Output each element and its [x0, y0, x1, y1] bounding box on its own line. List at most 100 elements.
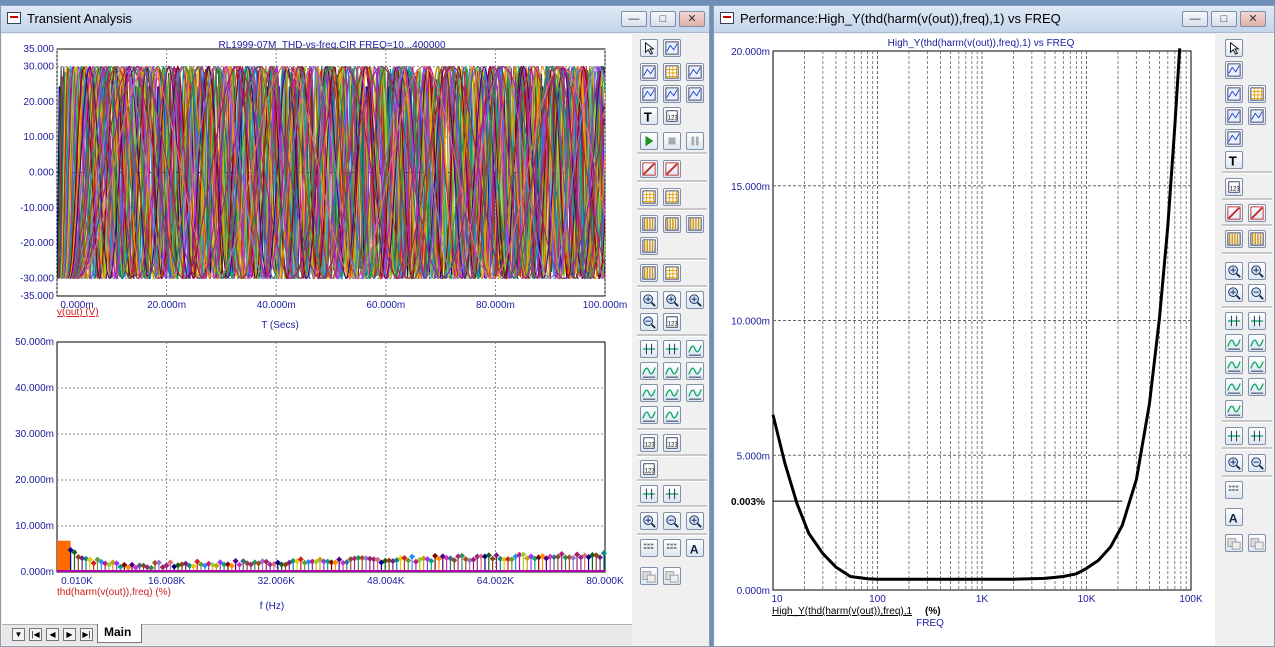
zoom-in-button[interactable] — [1225, 454, 1243, 472]
zoom-y-button[interactable] — [1248, 262, 1266, 280]
cursor-left-button[interactable] — [640, 340, 658, 358]
zoom-out-button[interactable] — [1248, 454, 1266, 472]
high-button[interactable] — [1225, 356, 1243, 374]
clear-button[interactable] — [640, 313, 658, 331]
inflection-button[interactable] — [640, 384, 658, 402]
zoom-x-button[interactable] — [1225, 262, 1243, 280]
paste-curve-button[interactable] — [1248, 534, 1266, 552]
trace-label[interactable]: High_Y(thd(harm(v(out)),freq),1 — [772, 606, 912, 617]
paste-button[interactable]: 123 — [640, 434, 658, 452]
stepping-button[interactable] — [640, 188, 658, 206]
maximize-plot-button[interactable] — [1225, 85, 1243, 103]
select-tool-button[interactable] — [1225, 39, 1243, 57]
font-button[interactable]: A — [1225, 508, 1243, 526]
peak-button[interactable] — [1225, 334, 1243, 352]
stop-button[interactable] — [663, 132, 681, 150]
bottom-trace-label[interactable]: thd(harm(v(out)),freq) (%) — [57, 587, 171, 598]
grid-button[interactable] — [1248, 85, 1266, 103]
horizontal-split-button[interactable] — [640, 264, 658, 282]
minimize-button[interactable]: — — [621, 11, 647, 27]
dropdown-button[interactable]: ▼ — [12, 628, 25, 641]
title-bar[interactable]: Performance:High_Y(thd(harm(v(out)),freq… — [714, 6, 1274, 33]
plot-area[interactable]: RL1999-07M_THD-vs-freq.CIR FREQ=10...400… — [2, 34, 632, 624]
remove-curve-button[interactable] — [1248, 204, 1266, 222]
close-button[interactable]: ✕ — [1240, 11, 1266, 27]
stepping-grid-button[interactable] — [663, 188, 681, 206]
zoom-out-button[interactable] — [663, 512, 681, 530]
maximize-button[interactable]: □ — [1211, 11, 1237, 27]
data-grid-button[interactable] — [640, 539, 658, 557]
minimize-button[interactable]: — — [1182, 11, 1208, 27]
run-button[interactable] — [640, 132, 658, 150]
tab-main[interactable]: Main — [97, 624, 143, 643]
peak-button[interactable] — [686, 340, 704, 358]
text-tool-button[interactable]: T — [1225, 151, 1243, 169]
numeric-output-button[interactable]: 123 — [640, 460, 658, 478]
remove-curve-button[interactable] — [663, 160, 681, 178]
zoom-fit-button[interactable] — [1225, 284, 1243, 302]
paste-curve-button[interactable] — [663, 567, 681, 585]
maximize-button[interactable]: □ — [650, 11, 676, 27]
properties-button[interactable]: 123 — [663, 107, 681, 125]
add-curve-button[interactable] — [1225, 204, 1243, 222]
scale-mode-button[interactable] — [1225, 61, 1243, 79]
title-bar[interactable]: Transient Analysis — □ ✕ — [1, 6, 709, 33]
scale-mode-button[interactable] — [663, 39, 681, 57]
tag-mode-button[interactable] — [1248, 427, 1266, 445]
zoom-x-button[interactable] — [640, 291, 658, 309]
select-tool-button[interactable] — [640, 39, 658, 57]
tag-mode-button[interactable] — [663, 485, 681, 503]
transient-plots[interactable]: RL1999-07M_THD-vs-freq.CIR FREQ=10...400… — [2, 34, 632, 624]
inflection-button[interactable] — [1225, 378, 1243, 396]
zoom-area-button[interactable] — [686, 63, 704, 81]
prev-page-button[interactable]: ◀ — [46, 628, 59, 641]
zoom-fit-button[interactable] — [686, 291, 704, 309]
info-button[interactable]: 123 — [663, 313, 681, 331]
bar-3-button[interactable] — [686, 215, 704, 233]
first-page-button[interactable]: |◀ — [29, 628, 42, 641]
zoom-in-button[interactable] — [640, 512, 658, 530]
list-button[interactable]: 123 — [663, 434, 681, 452]
high-button[interactable] — [663, 362, 681, 380]
bar-2-button[interactable] — [663, 215, 681, 233]
reverse-button[interactable] — [640, 85, 658, 103]
data-points-button[interactable] — [663, 85, 681, 103]
bar-1-button[interactable] — [640, 215, 658, 233]
text-tool-button[interactable]: T — [640, 107, 658, 125]
options-button[interactable] — [663, 539, 681, 557]
maximize-plot-button[interactable] — [640, 63, 658, 81]
properties-button[interactable]: 123 — [1225, 178, 1243, 196]
bar-4-button[interactable] — [640, 237, 658, 255]
copy-button[interactable] — [1225, 534, 1243, 552]
data-grid-button[interactable] — [1225, 481, 1243, 499]
clear-button[interactable] — [1248, 284, 1266, 302]
add-curve-button[interactable] — [640, 160, 658, 178]
bar-2-button[interactable] — [1248, 230, 1266, 248]
function-button[interactable] — [1225, 129, 1243, 147]
valley-button[interactable] — [640, 362, 658, 380]
font-button[interactable]: A — [686, 539, 704, 557]
pause-button[interactable] — [686, 132, 704, 150]
performance-plot[interactable]: High_Y(thd(harm(v(out)),freq),1) vs FREQ… — [715, 34, 1215, 646]
cursor-mode-button[interactable] — [1225, 427, 1243, 445]
global-high-button[interactable] — [663, 384, 681, 402]
zoom-area-button[interactable] — [1225, 107, 1243, 125]
slope-button[interactable] — [640, 406, 658, 424]
zoom-y-button[interactable] — [663, 291, 681, 309]
top-trace-label[interactable]: v(out) (V) — [57, 307, 99, 318]
cursor-mode-button[interactable] — [640, 485, 658, 503]
cursor-left-button[interactable] — [1225, 312, 1243, 330]
slope-button[interactable] — [1225, 400, 1243, 418]
close-button[interactable]: ✕ — [679, 11, 705, 27]
reverse-button[interactable] — [1248, 107, 1266, 125]
cursor-right-button[interactable] — [663, 340, 681, 358]
valley-button[interactable] — [1248, 334, 1266, 352]
low-button[interactable] — [686, 362, 704, 380]
bar-1-button[interactable] — [1225, 230, 1243, 248]
cursor-right-button[interactable] — [1248, 312, 1266, 330]
copy-button[interactable] — [640, 567, 658, 585]
low-button[interactable] — [1248, 356, 1266, 374]
grid-button[interactable] — [663, 63, 681, 81]
zoom-100-button[interactable] — [686, 512, 704, 530]
tile-button[interactable] — [663, 264, 681, 282]
